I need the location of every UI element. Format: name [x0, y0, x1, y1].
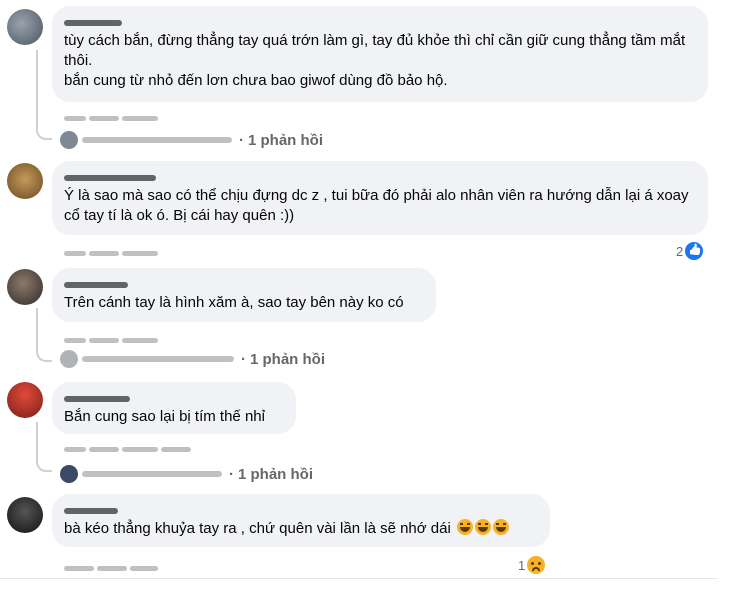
avatar[interactable] [7, 269, 43, 305]
comment-bubble: Trên cánh tay là hình xăm à, sao tay bên… [52, 268, 436, 322]
laughing-emoji-icon [474, 519, 491, 535]
comment-author-name[interactable] [64, 169, 696, 183]
reply-avatar [60, 465, 78, 483]
reply-count: 1 phản hồi [248, 131, 323, 149]
reply-count: 1 phản hồi [250, 350, 325, 368]
reply-thread-line [36, 50, 52, 140]
like-icon [685, 242, 704, 260]
comment-author-name[interactable] [64, 276, 424, 290]
reply-count: 1 phản hồi [238, 465, 313, 483]
comment-text: Bắn cung sao lại bị tím thế nhỉ [64, 408, 265, 425]
comment-author-name[interactable] [64, 502, 538, 516]
comment-actions[interactable] [64, 245, 161, 257]
comment-bubble: tùy cách bắn, đừng thẳng tay quá trớn là… [52, 6, 708, 102]
view-replies-link[interactable]: · 1 phản hồi [60, 348, 325, 370]
avatar[interactable] [7, 163, 43, 199]
reaction-count: 1 [518, 557, 526, 573]
comment-bubble: Bắn cung sao lại bị tím thế nhỉ [52, 382, 296, 434]
comment-author-name[interactable] [64, 390, 284, 404]
separator-dot: · [241, 350, 246, 368]
reaction-summary[interactable]: 2 [676, 242, 704, 260]
view-replies-link[interactable]: · 1 phản hồi [60, 129, 323, 151]
avatar[interactable] [7, 497, 43, 533]
reaction-summary[interactable]: 1 [518, 556, 546, 574]
reply-avatar [60, 131, 78, 149]
divider [0, 578, 718, 579]
comment-text: Trên cánh tay là hình xăm à, sao tay bên… [64, 294, 404, 311]
reply-thread-line [36, 308, 52, 362]
avatar[interactable] [7, 9, 43, 45]
comment-bubble: bà kéo thẳng khuỷa tay ra , chứ quên vài… [52, 494, 550, 547]
comment-bubble: Ý là sao mà sao có thể chịu đựng dc z , … [52, 161, 708, 235]
avatar[interactable] [7, 382, 43, 418]
comment-actions[interactable] [64, 332, 161, 344]
comment-actions[interactable] [64, 560, 161, 572]
separator-dot: · [239, 131, 244, 149]
comment-text: tùy cách bắn, đừng thẳng tay quá trớn là… [64, 32, 686, 89]
laughing-emoji-icon [492, 519, 509, 535]
reply-thread-line [36, 422, 52, 472]
separator-dot: · [229, 465, 234, 483]
comment-author-name[interactable] [64, 14, 696, 28]
sad-icon [527, 556, 546, 574]
comment-actions[interactable] [64, 441, 194, 453]
view-replies-link[interactable]: · 1 phản hồi [60, 463, 313, 485]
comment-text: bà kéo thẳng khuỷa tay ra , chứ quên vài… [64, 519, 538, 539]
reaction-count: 2 [676, 243, 684, 259]
comment-actions[interactable] [64, 110, 161, 122]
laughing-emoji-icon [456, 519, 473, 535]
comment-text: Ý là sao mà sao có thể chịu đựng dc z , … [64, 187, 689, 224]
reply-avatar [60, 350, 78, 368]
